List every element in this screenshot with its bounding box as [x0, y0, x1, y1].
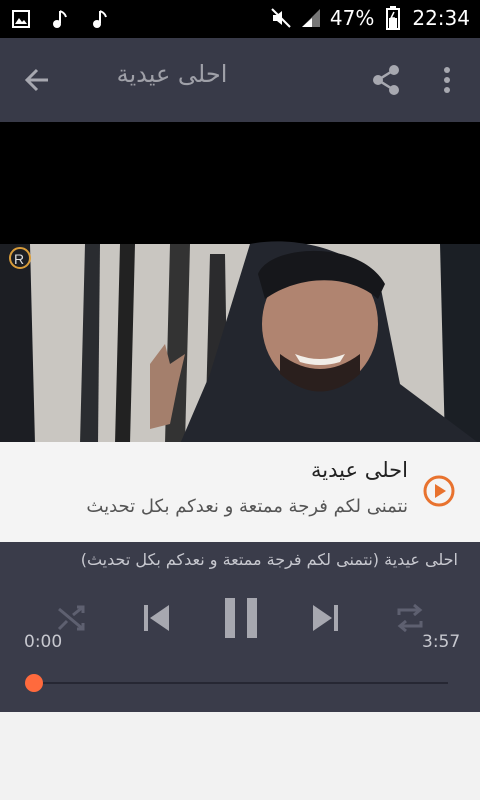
previous-icon[interactable]: [134, 596, 178, 640]
mute-icon: [270, 7, 292, 29]
status-indicators: 47% 22:34: [270, 6, 470, 30]
video-player[interactable]: R: [0, 122, 480, 442]
music-note-icon: [50, 8, 72, 30]
seek-bar[interactable]: [34, 682, 448, 684]
image-icon: [10, 8, 32, 30]
back-arrow-icon[interactable]: [18, 60, 58, 100]
track-subtitle: نتمنى لكم فرجة ممتعة و نعدكم بكل تحديث: [86, 496, 408, 517]
battery-icon: [382, 6, 404, 30]
play-circle-icon[interactable]: [422, 474, 456, 508]
battery-percent: 47%: [329, 6, 375, 30]
page-title: احلى عيدية: [116, 60, 228, 88]
watermark-text: R: [14, 251, 24, 267]
audio-player: احلى عيدية (نتمنى لكم فرجة ممتعة و نعدكم…: [0, 542, 480, 712]
pause-icon[interactable]: [216, 596, 266, 640]
more-vert-icon[interactable]: [432, 60, 462, 100]
clock: 22:34: [412, 6, 470, 30]
signal-icon: [300, 7, 322, 29]
share-icon[interactable]: [366, 60, 406, 100]
empty-area: [0, 712, 480, 800]
now-playing-label: احلى عيدية (نتمنى لكم فرجة ممتعة و نعدكم…: [80, 550, 458, 569]
seek-thumb[interactable]: [25, 674, 43, 692]
music-note-icon: [90, 8, 112, 30]
elapsed-time: 0:00: [24, 632, 63, 652]
track-title: احلى عيدية: [311, 458, 408, 482]
notification-icons: [10, 8, 112, 30]
duration-time: 3:57: [422, 632, 461, 652]
next-icon[interactable]: [304, 596, 348, 640]
video-frame: R: [0, 241, 480, 442]
status-bar: 47% 22:34: [0, 0, 480, 38]
track-info[interactable]: احلى عيدية نتمنى لكم فرجة ممتعة و نعدكم …: [0, 442, 480, 542]
app-bar: احلى عيدية: [0, 38, 480, 122]
